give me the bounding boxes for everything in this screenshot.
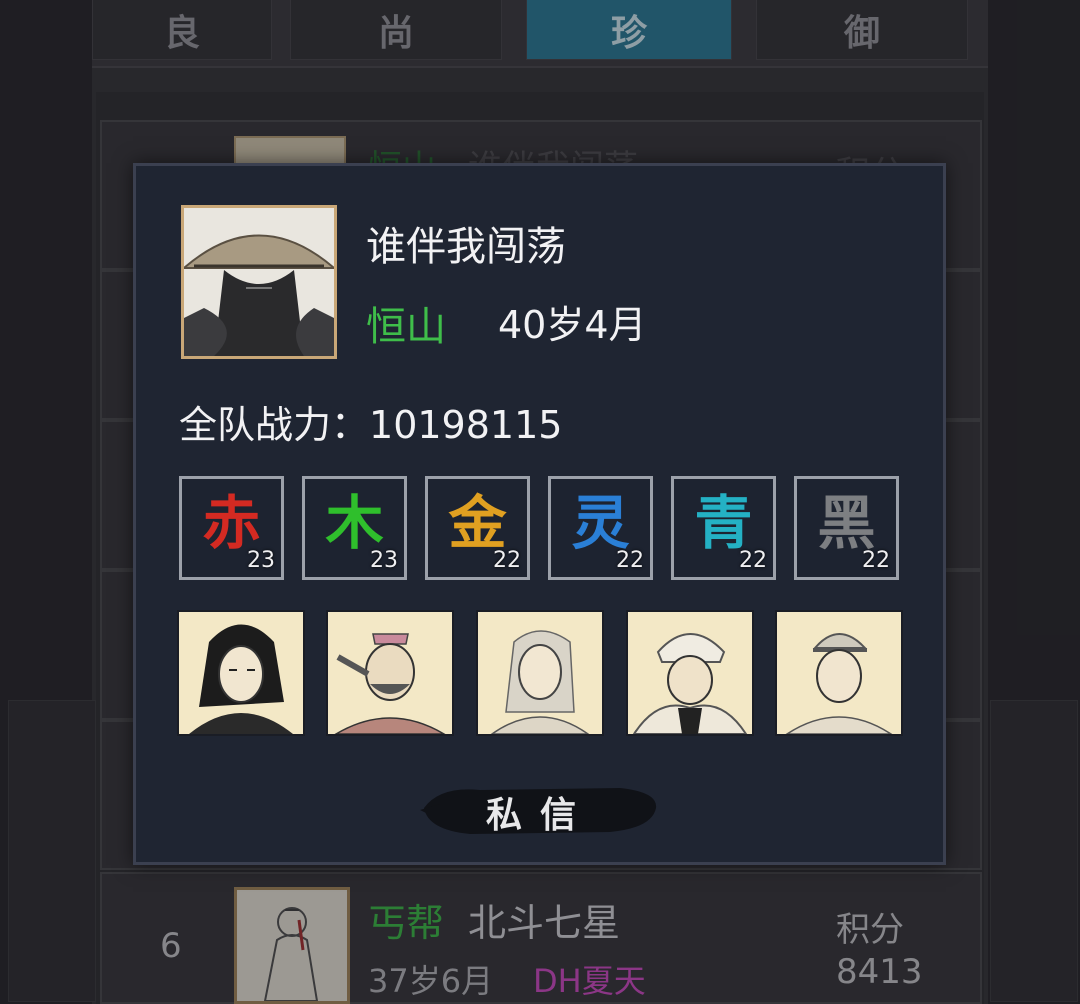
player-sect: 恒山 [366, 304, 446, 350]
element-badge-qing[interactable]: 青 22 [671, 476, 776, 580]
private-message-label: 私信 [485, 794, 594, 836]
player-avatar [181, 205, 337, 359]
team-power: 全队战力：10198115 [179, 394, 562, 449]
private-message-button[interactable]: 私信 [420, 778, 660, 840]
team-power-value: 10198115 [369, 403, 563, 447]
hero-portrait-5[interactable] [775, 610, 903, 736]
element-badge-jin[interactable]: 金 22 [425, 476, 530, 580]
element-badge-hei[interactable]: 黑 22 [794, 476, 899, 580]
team-power-label: 全队战力： [179, 403, 370, 447]
player-age: 40岁4月 [498, 303, 647, 347]
player-name: 谁伴我闯荡 [366, 224, 566, 270]
hero-portrait-3[interactable] [476, 610, 604, 736]
element-level: 22 [616, 548, 644, 573]
element-level: 23 [370, 548, 398, 573]
element-level: 22 [739, 548, 767, 573]
element-badge-mu[interactable]: 木 23 [302, 476, 407, 580]
element-badge-chi[interactable]: 赤 23 [179, 476, 284, 580]
hero-portrait-2[interactable] [326, 610, 454, 736]
hero-portrait-1[interactable] [177, 610, 305, 736]
element-level: 23 [247, 548, 275, 573]
hero-portrait-4[interactable] [626, 610, 754, 736]
element-badge-ling[interactable]: 灵 22 [548, 476, 653, 580]
element-level: 22 [493, 548, 521, 573]
element-level: 22 [862, 548, 890, 573]
